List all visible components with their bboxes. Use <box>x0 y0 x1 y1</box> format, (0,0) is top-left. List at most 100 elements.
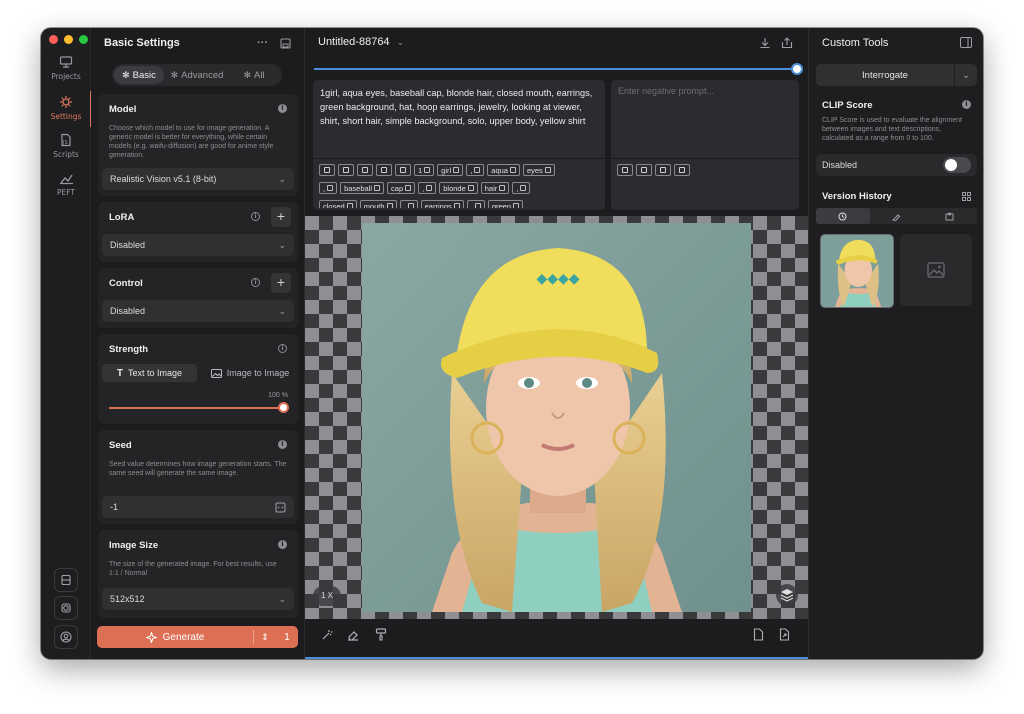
prompt-token[interactable]: baseball <box>340 182 385 194</box>
version-history-tabs <box>816 208 977 224</box>
add-lora-button[interactable]: + <box>271 207 291 227</box>
generate-button[interactable]: Generate ⇕ 1 <box>97 626 298 648</box>
prompt-token[interactable]: , <box>399 200 418 208</box>
paint-roller-icon[interactable] <box>375 628 387 641</box>
strength-slider-track[interactable] <box>109 407 283 409</box>
more-icon[interactable]: ··· <box>257 37 268 49</box>
rail-item-projects[interactable]: Projects <box>41 56 91 81</box>
image-canvas[interactable]: ◆◆◆◆ 1 X <box>305 216 808 619</box>
rail-item-scripts[interactable]: JS Scripts <box>41 133 91 159</box>
rail-item-peft[interactable]: PEFT <box>41 171 91 197</box>
prompt-token[interactable]: girl <box>437 164 464 176</box>
tab-history[interactable] <box>816 208 870 224</box>
zoom-indicator[interactable]: 1 X <box>313 586 341 606</box>
prompt-token[interactable]: eyes <box>522 164 555 176</box>
strength-info-icon[interactable]: i <box>278 344 287 353</box>
seed-info-icon[interactable]: i <box>278 440 287 449</box>
prompt-token[interactable]: 1 <box>414 164 435 176</box>
rail-item-settings[interactable]: Settings <box>41 91 92 127</box>
lora-select[interactable]: Disabled ⌄ <box>102 234 294 256</box>
prompt-token[interactable]: mouth <box>359 200 397 208</box>
add-icon[interactable] <box>674 164 690 176</box>
text-to-image-button[interactable]: T Text to Image <box>102 364 197 382</box>
prompt-token[interactable]: , <box>466 164 485 176</box>
prompt-text[interactable]: 1girl, aqua eyes, baseball cap, blonde h… <box>320 86 600 128</box>
eraser-icon[interactable] <box>347 629 359 641</box>
version-thumbnail[interactable] <box>820 234 894 308</box>
negative-prompt-box[interactable]: Enter negative prompt... <box>611 80 799 210</box>
prompt-weight-knob[interactable] <box>791 63 803 75</box>
download-icon[interactable] <box>759 37 771 49</box>
layers-button[interactable] <box>776 584 798 606</box>
tab-brush[interactable] <box>870 208 924 224</box>
prompt-token[interactable]: green <box>487 200 524 208</box>
control-select[interactable]: Disabled ⌄ <box>102 300 294 322</box>
share-icon[interactable] <box>781 37 793 49</box>
seed-input[interactable]: -1 <box>102 496 294 518</box>
save-icon[interactable] <box>280 37 291 49</box>
negative-prompt-placeholder[interactable]: Enter negative prompt... <box>618 86 714 96</box>
prompt-token[interactable]: aqua <box>487 164 520 176</box>
tab-basic[interactable]: ✻ Basic <box>114 66 164 84</box>
text-tool-icon[interactable] <box>617 164 633 176</box>
tab-advanced[interactable]: ✻ Advanced <box>164 66 230 84</box>
clip-score-toggle[interactable] <box>943 157 971 173</box>
target-icon[interactable] <box>655 164 671 176</box>
new-document-icon[interactable] <box>753 628 764 641</box>
sidebar-toggle-icon[interactable] <box>960 37 972 48</box>
chevron-down-icon: ⌄ <box>396 37 405 47</box>
prompt-weight-slider[interactable] <box>314 63 803 75</box>
shuffle-icon[interactable] <box>338 164 354 176</box>
model-info-icon[interactable]: i <box>278 104 287 113</box>
prompt-token[interactable]: blonde <box>439 182 478 194</box>
text-tool-icon[interactable] <box>319 164 335 176</box>
count-stepper-icon[interactable]: ⇕ <box>254 632 276 643</box>
prompt-token[interactable]: , <box>466 200 485 208</box>
control-info-icon[interactable]: i <box>251 278 260 287</box>
magic-wand-icon[interactable] <box>321 629 333 641</box>
grid-view-icon[interactable] <box>962 192 971 201</box>
document-title[interactable]: Untitled-88764 ⌄ <box>318 36 404 48</box>
control-title: Control <box>109 278 143 289</box>
image-size-select[interactable]: 512x512 ⌄ <box>102 588 294 610</box>
prompt-token[interactable]: closed <box>319 200 357 208</box>
clip-info-icon[interactable]: i <box>962 100 971 109</box>
zoom-window-button[interactable] <box>79 35 88 44</box>
sd-card-button[interactable] <box>54 568 78 592</box>
dice-icon[interactable] <box>275 502 286 513</box>
preferences-button[interactable] <box>54 596 78 620</box>
chevron-down-icon[interactable]: ⌄ <box>955 70 977 81</box>
target-icon[interactable] <box>395 164 411 176</box>
prompt-token[interactable]: , <box>512 182 531 194</box>
image-size-info-icon[interactable]: i <box>278 540 287 549</box>
model-select[interactable]: Realistic Vision v5.1 (8-bit) ⌄ <box>102 168 294 190</box>
strength-slider-knob[interactable] <box>278 402 289 413</box>
paperclip-icon[interactable] <box>376 164 392 176</box>
interrogate-button[interactable]: Interrogate ⌄ <box>816 64 977 86</box>
prompt-token[interactable]: , <box>319 182 338 194</box>
close-window-button[interactable] <box>49 35 58 44</box>
lora-value: Disabled <box>110 240 146 250</box>
empty-version-slot[interactable] <box>900 234 972 306</box>
tab-extensions[interactable] <box>923 208 977 224</box>
add-control-button[interactable]: + <box>271 273 291 293</box>
prompt-token[interactable]: hair <box>480 182 510 194</box>
account-button[interactable] <box>54 625 78 649</box>
prompt-token[interactable]: earrings <box>420 200 464 208</box>
prompt-box[interactable]: 1girl, aqua eyes, baseball cap, blonde h… <box>313 80 605 210</box>
prompt-token[interactable]: , <box>418 182 437 194</box>
generate-count[interactable]: 1 <box>276 632 298 643</box>
paperclip-icon[interactable] <box>636 164 652 176</box>
scripts-icon: JS <box>61 133 71 147</box>
image-to-image-button[interactable]: Image to Image <box>204 364 296 382</box>
model-value: Realistic Vision v5.1 (8-bit) <box>110 174 217 184</box>
strength-title: Strength <box>109 344 149 355</box>
lora-info-icon[interactable]: i <box>251 212 260 221</box>
prompt-token[interactable]: cap <box>387 182 416 194</box>
minimize-window-button[interactable] <box>64 35 73 44</box>
lora-card: LoRA i + Disabled ⌄ <box>98 202 298 262</box>
generate-label: Generate <box>162 631 205 643</box>
tab-all[interactable]: ✻ All <box>230 66 278 84</box>
image-tool-icon[interactable] <box>357 164 373 176</box>
export-document-icon[interactable] <box>779 628 791 641</box>
